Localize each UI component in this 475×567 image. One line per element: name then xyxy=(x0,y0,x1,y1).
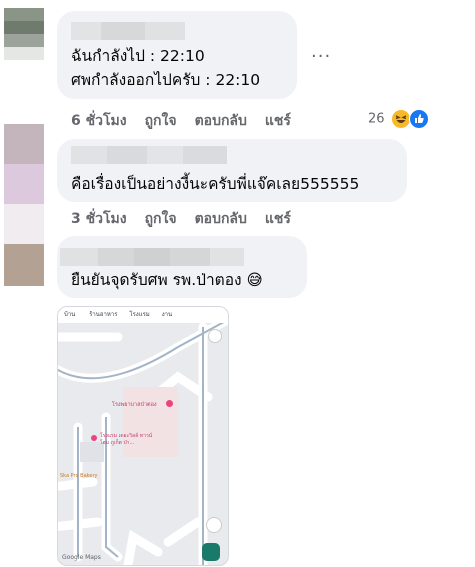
reply-button[interactable]: ตอบกลับ xyxy=(195,211,247,227)
comment-line: ศพกำลังออกไปครับ : 22:10 xyxy=(71,71,261,89)
comment-actions: 6 ชั่วโมง ถูกใจ ตอบกลับ แชร์ xyxy=(71,110,309,132)
redacted-author-name xyxy=(71,22,185,40)
share-button[interactable]: แชร์ xyxy=(265,113,291,129)
comment-line: ฉันกำลังไป : 22:10 xyxy=(71,47,205,65)
place-label: โรงพยาบาลป่าตอง xyxy=(112,402,157,408)
map-tab[interactable]: ร้านอาหาร xyxy=(89,311,117,318)
haha-reaction-icon xyxy=(390,109,411,129)
more-options-icon[interactable]: ··· xyxy=(311,46,331,67)
comment-time[interactable]: 6 ชั่วโมง xyxy=(71,113,127,129)
place-label: Ska Pro Bakery xyxy=(60,473,98,479)
compass-icon[interactable] xyxy=(208,329,222,343)
comment-actions: 3 ชั่วโมง ถูกใจ ตอบกลับ แชร์ xyxy=(71,208,309,230)
map-image-attachment[interactable]: บ้าน ร้านอาหาร โรงแรม งาน โรงพยาบาลป่าตอ… xyxy=(57,306,229,566)
comment-line: คือเรื่องเป็นอย่างงี้นะครับพี่แจ๊คเลย555… xyxy=(71,175,360,193)
avatar[interactable] xyxy=(4,8,44,60)
reaction-summary[interactable]: 26 xyxy=(368,109,429,129)
redacted-author-name xyxy=(71,146,227,164)
map-tab[interactable]: โรงแรม xyxy=(129,311,149,318)
like-button[interactable]: ถูกใจ xyxy=(145,113,177,129)
redacted-author-name xyxy=(60,248,244,266)
map-pin-icon xyxy=(166,400,173,407)
map-logo: Google Maps xyxy=(62,554,101,561)
reaction-count: 26 xyxy=(368,111,385,127)
navigate-icon[interactable] xyxy=(202,543,220,561)
comment-line: ยืนยันจุดรับศพ รพ.ป่าตอง 😅 xyxy=(71,271,263,289)
comment-time[interactable]: 3 ชั่วโมง xyxy=(71,211,127,227)
map-tab[interactable]: งาน xyxy=(162,311,172,318)
reply-button[interactable]: ตอบกลับ xyxy=(195,113,247,129)
map-top-bar: บ้าน ร้านอาหาร โรงแรม งาน xyxy=(58,307,228,323)
map-tab[interactable]: บ้าน xyxy=(64,311,75,318)
like-button[interactable]: ถูกใจ xyxy=(145,211,177,227)
place-label: โรงแรม เดอะวิลล์ ทาวน์โฮม ภูเก็ต ป่า... xyxy=(100,433,153,446)
avatar[interactable] xyxy=(4,244,44,286)
map-pin-icon xyxy=(91,435,97,441)
location-arrow-icon[interactable] xyxy=(206,517,222,533)
like-reaction-icon xyxy=(408,109,429,129)
share-button[interactable]: แชร์ xyxy=(265,211,291,227)
avatar[interactable] xyxy=(4,124,44,244)
